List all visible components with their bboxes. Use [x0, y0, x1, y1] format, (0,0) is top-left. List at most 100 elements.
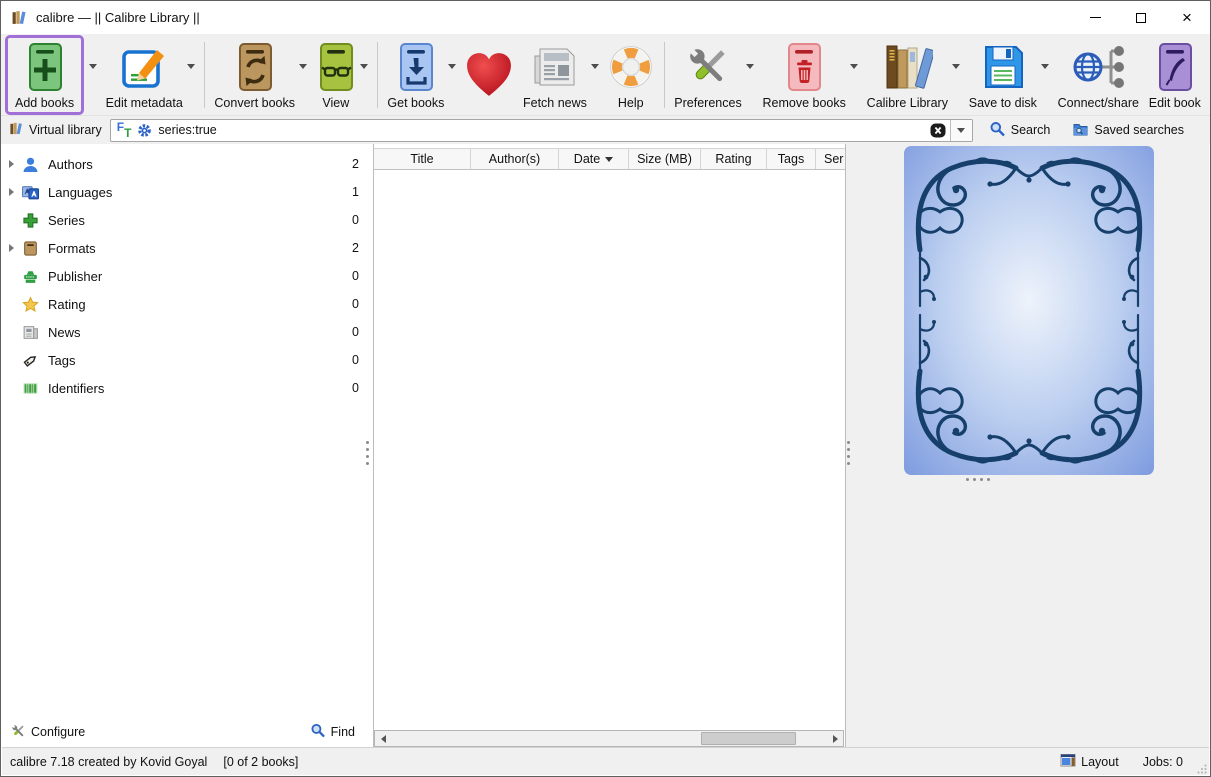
sidebar-item-series[interactable]: Series 0 — [2, 206, 373, 234]
column-header-series[interactable]: Ser — [816, 149, 845, 169]
scroll-right-button[interactable] — [827, 731, 843, 746]
search-button[interactable]: Search — [989, 121, 1051, 140]
minimize-button[interactable] — [1072, 1, 1118, 34]
layout-button[interactable]: Layout — [1060, 752, 1119, 771]
calibre-library-button[interactable]: Calibre Library — [864, 39, 951, 111]
book-cover-image[interactable] — [904, 146, 1154, 475]
get-books-label: Get books — [387, 96, 444, 110]
saved-searches-button[interactable]: Saved searches — [1072, 121, 1184, 140]
sidebar-splitter-handle[interactable] — [366, 441, 369, 465]
search-bar-row: Virtual library FT series:true Search Sa… — [1, 116, 1210, 144]
add-books-icon — [25, 40, 65, 94]
help-button[interactable]: Help — [605, 39, 657, 111]
edit-metadata-button[interactable]: Edit metadata — [103, 39, 186, 111]
tags-icon — [22, 352, 41, 369]
scrollbar-thumb[interactable] — [701, 732, 797, 745]
remove-books-dropdown-arrow[interactable] — [850, 64, 858, 69]
column-header-tags[interactable]: Tags — [767, 149, 816, 169]
view-button[interactable]: View — [313, 39, 359, 111]
preferences-button[interactable]: Preferences — [671, 39, 744, 111]
view-dropdown-arrow[interactable] — [360, 64, 368, 69]
search-button-label: Search — [1011, 123, 1051, 137]
convert-books-button[interactable]: Convert books — [211, 39, 298, 111]
fetch-news-icon — [531, 40, 579, 94]
window-title: calibre — || Calibre Library || — [36, 10, 200, 25]
clear-search-button[interactable] — [930, 123, 946, 138]
sidebar-item-news[interactable]: News 0 — [2, 318, 373, 346]
convert-books-label: Convert books — [214, 96, 295, 110]
languages-icon — [22, 184, 41, 201]
save-to-disk-dropdown-arrow[interactable] — [1041, 64, 1049, 69]
get-books-button[interactable]: Get books — [384, 39, 447, 111]
identifiers-icon — [22, 380, 41, 397]
edit-metadata-icon — [121, 40, 167, 94]
fetch-news-button[interactable]: Fetch news — [520, 39, 590, 111]
expand-arrow-icon[interactable] — [9, 244, 22, 252]
search-history-dropdown[interactable] — [950, 120, 972, 141]
connect-share-icon — [1071, 40, 1125, 94]
fetch-news-dropdown-arrow[interactable] — [591, 64, 599, 69]
column-header-size[interactable]: Size (MB) — [629, 149, 701, 169]
search-input[interactable]: FT series:true — [110, 119, 973, 142]
version-text: calibre 7.18 created by Kovid Goyal — [10, 755, 207, 769]
scroll-left-button[interactable] — [375, 731, 391, 746]
find-button[interactable]: Find — [310, 723, 355, 741]
add-books-button[interactable]: Add books — [12, 39, 77, 111]
calibre-library-dropdown-arrow[interactable] — [952, 64, 960, 69]
horizontal-scrollbar[interactable] — [374, 730, 844, 747]
get-books-dropdown-arrow[interactable] — [448, 64, 456, 69]
preferences-icon — [682, 40, 734, 94]
remove-books-button[interactable]: Remove books — [760, 39, 849, 111]
toolbar-separator — [204, 42, 205, 108]
cover-splitter-handle[interactable] — [966, 478, 990, 481]
cover-panel-splitter-handle[interactable] — [847, 441, 850, 465]
donate-button[interactable] — [462, 47, 516, 103]
fulltext-toggle-icon[interactable]: FT — [117, 124, 132, 136]
save-to-disk-label: Save to disk — [969, 96, 1037, 110]
convert-books-icon — [235, 40, 275, 94]
expand-arrow-icon[interactable] — [9, 188, 22, 196]
jobs-status[interactable]: Jobs: 0 — [1143, 755, 1183, 769]
sidebar-item-authors[interactable]: Authors 2 — [2, 150, 373, 178]
edit-metadata-dropdown-arrow[interactable] — [187, 64, 195, 69]
column-header-date[interactable]: Date — [559, 149, 629, 169]
save-to-disk-icon — [981, 40, 1025, 94]
book-list-empty-area[interactable] — [374, 170, 844, 730]
advanced-search-icon[interactable] — [137, 123, 152, 138]
maximize-button[interactable] — [1118, 1, 1164, 34]
series-icon — [22, 212, 41, 229]
configure-button[interactable]: Configure — [10, 723, 85, 742]
column-header-rating[interactable]: Rating — [701, 149, 767, 169]
edit-metadata-label: Edit metadata — [106, 96, 183, 110]
add-books-dropdown-arrow[interactable] — [89, 64, 97, 69]
tag-browser-footer: Configure Find — [2, 721, 373, 747]
edit-book-button[interactable]: Edit book — [1146, 39, 1204, 111]
scrollbar-track[interactable] — [391, 731, 827, 746]
view-icon — [316, 40, 356, 94]
save-to-disk-button[interactable]: Save to disk — [966, 39, 1040, 111]
connect-share-button[interactable]: Connect/share — [1055, 39, 1142, 111]
donate-heart-icon — [465, 48, 513, 102]
close-button[interactable]: × — [1164, 1, 1210, 34]
preferences-dropdown-arrow[interactable] — [746, 64, 754, 69]
column-header-authors[interactable]: Author(s) — [471, 149, 559, 169]
calibre-window: calibre — || Calibre Library || × Add bo… — [0, 0, 1211, 777]
convert-books-dropdown-arrow[interactable] — [299, 64, 307, 69]
cover-browser-panel — [846, 144, 1209, 747]
toolbar-separator — [377, 42, 378, 108]
expand-arrow-icon[interactable] — [9, 160, 22, 168]
resize-grip[interactable] — [1197, 763, 1207, 773]
search-query-text: series:true — [158, 123, 929, 137]
sidebar-item-formats[interactable]: Formats 2 — [2, 234, 373, 262]
configure-label: Configure — [31, 725, 85, 739]
virtual-library-button[interactable]: Virtual library — [9, 121, 102, 139]
sidebar-item-publisher[interactable]: Publisher 0 — [2, 262, 373, 290]
sidebar-item-languages[interactable]: Languages 1 — [2, 178, 373, 206]
layout-icon — [1060, 752, 1076, 771]
sidebar-item-identifiers[interactable]: Identifiers 0 — [2, 374, 373, 402]
column-header-title[interactable]: Title — [374, 149, 471, 169]
sidebar-item-rating[interactable]: Rating 0 — [2, 290, 373, 318]
find-label: Find — [331, 725, 355, 739]
sidebar-item-tags[interactable]: Tags 0 — [2, 346, 373, 374]
edit-book-icon — [1155, 40, 1195, 94]
